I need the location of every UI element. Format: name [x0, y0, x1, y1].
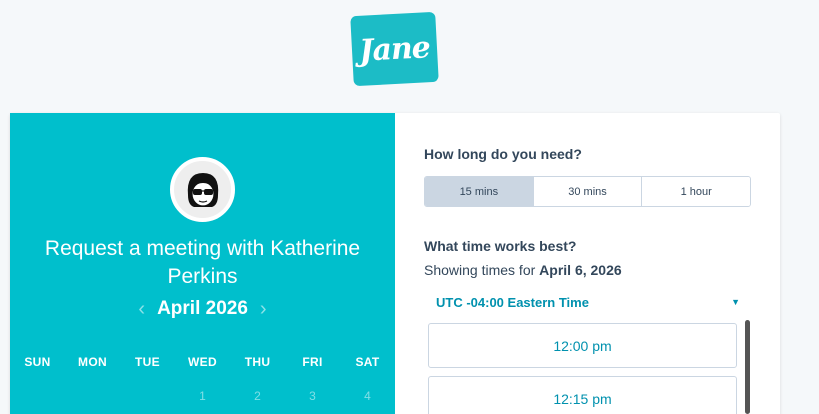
duration-question: How long do you need? — [424, 146, 582, 162]
calendar-day[interactable]: 1 — [175, 389, 230, 403]
weekday-label: MON — [78, 355, 107, 369]
chevron-right-icon[interactable]: › — [260, 299, 267, 319]
jane-logo: Jane — [350, 11, 439, 87]
weekday-label: THU — [244, 355, 271, 369]
current-month: April 2026 — [157, 298, 248, 319]
showing-prefix: Showing times for — [424, 262, 540, 278]
avatar-illustration-icon — [187, 172, 218, 207]
weekday-label: FRI — [302, 355, 323, 369]
showing-times-text: Showing times for April 6, 2026 — [424, 262, 622, 278]
chevron-left-icon[interactable]: ‹ — [138, 299, 145, 319]
calendar-day[interactable]: 4 — [340, 389, 395, 403]
duration-option-30[interactable]: 30 mins — [532, 177, 642, 206]
calendar-day — [120, 389, 175, 403]
calendar-day — [65, 389, 120, 403]
duration-selector: 15 mins 30 mins 1 hour — [424, 176, 751, 207]
page-title: Request a meeting with Katherine Perkins — [44, 237, 361, 288]
month-navigation: ‹ April 2026 › — [10, 298, 395, 320]
weekday-label: WED — [188, 355, 217, 369]
scrollbar[interactable] — [745, 320, 750, 414]
weekday-label: SAT — [355, 355, 380, 369]
options-panel: How long do you need? 15 mins 30 mins 1 … — [424, 113, 764, 414]
calendar-day[interactable]: 3 — [285, 389, 340, 403]
time-question: What time works best? — [424, 238, 577, 254]
calendar-days: 1 2 3 4 — [10, 389, 395, 403]
duration-option-15[interactable]: 15 mins — [425, 177, 533, 206]
weekday-label: SUN — [24, 355, 51, 369]
timezone-dropdown[interactable]: UTC -04:00 Eastern Time ▼ — [424, 289, 744, 315]
time-slot-button[interactable]: 12:00 pm — [428, 323, 737, 368]
timezone-label: UTC -04:00 Eastern Time — [436, 294, 589, 310]
calendar-day — [10, 389, 65, 403]
weekday-header: SUN MON TUE WED THU FRI SAT — [10, 355, 395, 369]
avatar — [170, 157, 235, 222]
duration-option-60[interactable]: 1 hour — [641, 177, 750, 206]
calendar-panel: Request a meeting with Katherine Perkins… — [10, 113, 395, 414]
caret-down-icon: ▼ — [731, 297, 740, 307]
showing-date: April 6, 2026 — [539, 262, 622, 278]
weekday-label: TUE — [135, 355, 160, 369]
calendar-day[interactable]: 2 — [230, 389, 285, 403]
time-slot-button[interactable]: 12:15 pm — [428, 376, 737, 414]
